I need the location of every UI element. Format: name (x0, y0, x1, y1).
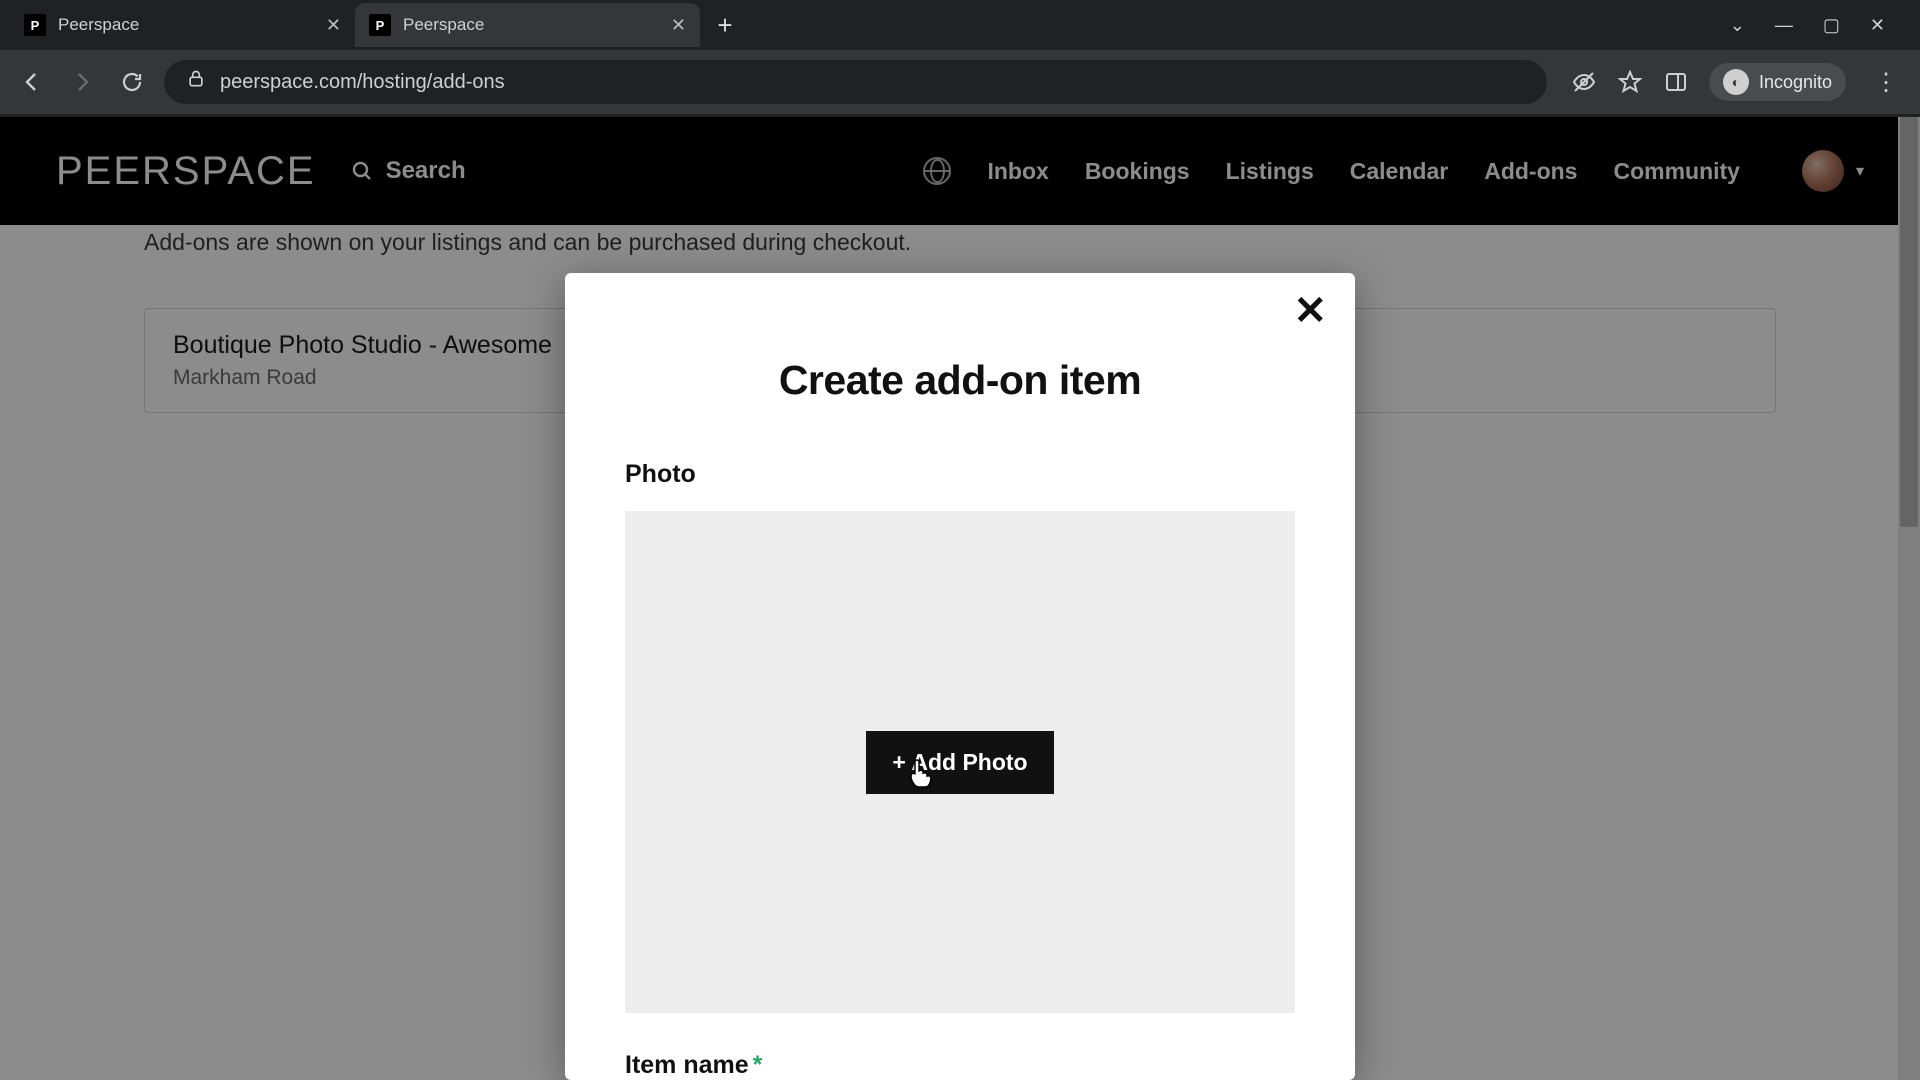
close-icon[interactable]: ✕ (1293, 291, 1327, 331)
url-text: peerspace.com/hosting/add-ons (220, 71, 1525, 94)
tab-peerspace-2[interactable]: P Peerspace ✕ (355, 3, 700, 47)
incognito-badge[interactable]: ◐ Incognito (1709, 63, 1846, 101)
close-window-icon[interactable]: ✕ (1870, 15, 1885, 36)
kebab-menu-icon[interactable]: ⋮ (1866, 68, 1906, 97)
back-button[interactable] (14, 64, 50, 100)
close-icon[interactable]: ✕ (671, 15, 686, 36)
add-photo-button[interactable]: + Add Photo (866, 731, 1053, 794)
tab-favicon: P (369, 14, 391, 36)
browser-toolbar: peerspace.com/hosting/add-ons ◐ Incognit… (0, 50, 1920, 114)
close-icon[interactable]: ✕ (326, 15, 341, 36)
chrome-actions: ◐ Incognito ⋮ (1561, 63, 1906, 101)
tab-title: Peerspace (58, 15, 314, 35)
maximize-icon[interactable]: ▢ (1823, 15, 1840, 36)
browser-chrome: P Peerspace ✕ P Peerspace ✕ + ⌄ — ▢ ✕ (0, 0, 1920, 117)
tab-peerspace-1[interactable]: P Peerspace ✕ (10, 3, 355, 47)
required-mark: * (753, 1051, 763, 1079)
chevron-down-icon[interactable]: ⌄ (1730, 15, 1745, 36)
modal-title: Create add-on item (625, 357, 1295, 404)
side-panel-icon[interactable] (1663, 69, 1689, 95)
forward-button[interactable] (64, 64, 100, 100)
minimize-icon[interactable]: — (1775, 15, 1793, 36)
window-controls: ⌄ — ▢ ✕ (1730, 15, 1910, 36)
new-tab-button[interactable]: + (706, 6, 744, 44)
tab-favicon: P (24, 14, 46, 36)
incognito-icon: ◐ (1723, 69, 1749, 95)
address-bar[interactable]: peerspace.com/hosting/add-ons (164, 60, 1547, 104)
item-name-label-text: Item name (625, 1051, 749, 1079)
photo-dropzone[interactable]: + Add Photo (625, 511, 1295, 1013)
item-name-label: Item name* (625, 1051, 1295, 1080)
lock-icon (186, 69, 206, 95)
eye-off-icon[interactable] (1571, 69, 1597, 95)
tab-title: Peerspace (403, 15, 659, 35)
incognito-label: Incognito (1759, 72, 1832, 93)
reload-button[interactable] (114, 64, 150, 100)
bookmark-star-icon[interactable] (1617, 69, 1643, 95)
tab-strip: P Peerspace ✕ P Peerspace ✕ + ⌄ — ▢ ✕ (0, 0, 1920, 50)
photo-label: Photo (625, 460, 1295, 489)
create-addon-modal: ✕ Create add-on item Photo + Add Photo I… (565, 273, 1355, 1080)
